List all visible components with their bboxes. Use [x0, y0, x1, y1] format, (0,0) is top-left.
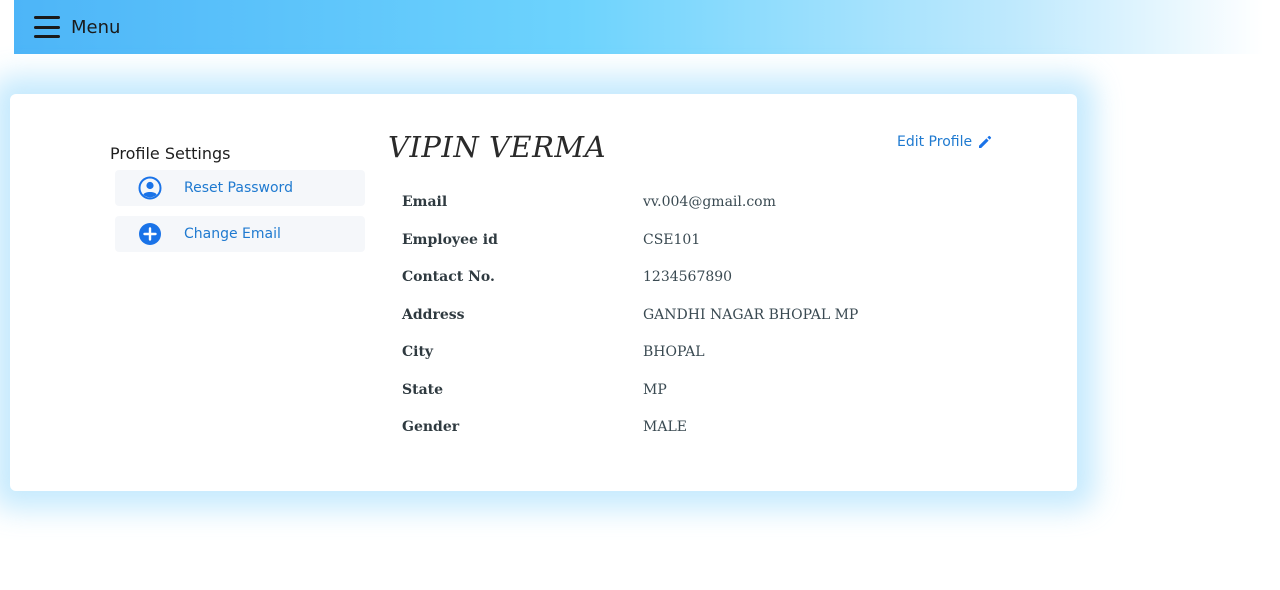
detail-row-state: State MP — [402, 378, 922, 416]
detail-key: Employee id — [402, 231, 498, 248]
detail-key: City — [402, 344, 434, 360]
user-circle-icon — [138, 176, 162, 200]
detail-row-contact: Contact No. 1234567890 — [402, 265, 922, 303]
detail-key: Contact No. — [402, 269, 495, 285]
detail-value: BHOPAL — [643, 344, 705, 360]
detail-value: 1234567890 — [643, 269, 733, 285]
plus-circle-icon — [139, 223, 161, 245]
hamburger-icon — [34, 16, 60, 38]
detail-row-employee-id: Employee id CSE101 — [402, 228, 922, 266]
profile-name: VIPIN VERMA — [388, 130, 607, 164]
menu-button[interactable]: Menu — [34, 16, 120, 38]
detail-key: State — [402, 381, 444, 398]
detail-value: CSE101 — [643, 231, 701, 248]
profile-card: Profile Settings Reset Password Change E… — [10, 94, 1077, 491]
detail-row-email: Email vv.004@gmail.com — [402, 190, 922, 228]
detail-value: GANDHI NAGAR BHOPAL MP — [643, 306, 859, 323]
edit-profile-link[interactable]: Edit Profile — [897, 134, 993, 150]
reset-password-button[interactable]: Reset Password — [115, 170, 365, 206]
reset-password-label: Reset Password — [184, 180, 293, 196]
profile-settings-title: Profile Settings — [110, 144, 231, 163]
detail-row-address: Address GANDHI NAGAR BHOPAL MP — [402, 303, 922, 341]
detail-value: MALE — [643, 419, 687, 435]
edit-profile-label: Edit Profile — [897, 134, 973, 150]
pencil-icon — [979, 135, 992, 148]
detail-key: Gender — [402, 419, 460, 435]
change-email-button[interactable]: Change Email — [115, 216, 365, 252]
detail-value: MP — [643, 381, 667, 398]
detail-row-gender: Gender MALE — [402, 415, 922, 453]
top-navbar: Menu — [14, 0, 1264, 54]
detail-value: vv.004@gmail.com — [643, 194, 776, 210]
detail-row-city: City BHOPAL — [402, 340, 922, 378]
profile-details: Email vv.004@gmail.com Employee id CSE10… — [402, 190, 922, 453]
detail-key: Email — [402, 194, 448, 210]
detail-key: Address — [402, 306, 465, 323]
menu-label: Menu — [71, 16, 121, 38]
change-email-label: Change Email — [184, 226, 281, 242]
